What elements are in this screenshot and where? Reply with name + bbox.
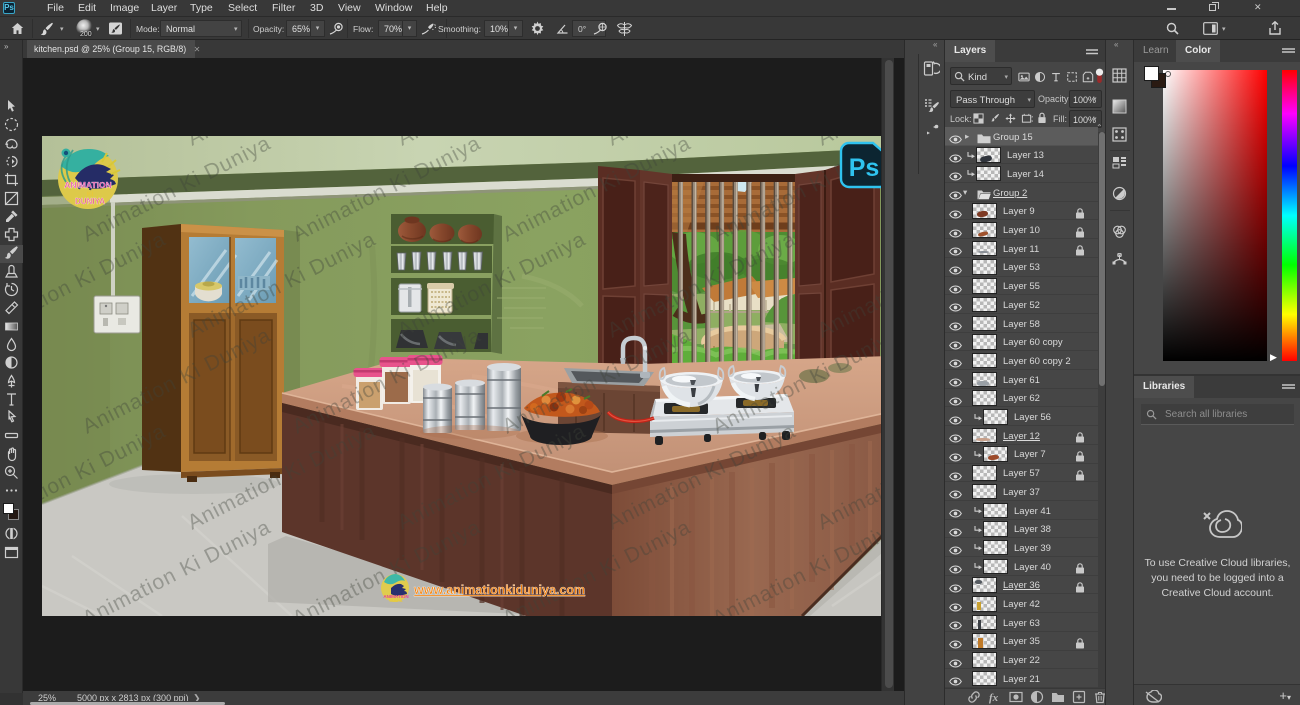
svg-text:DUNIYA: DUNIYA [75, 197, 105, 206]
svg-text:fx: fx [989, 692, 999, 704]
svg-text:Ps: Ps [849, 154, 880, 182]
svg-text:DUNIYA: DUNIYA [389, 599, 403, 603]
svg-text:ANIMATION: ANIMATION [64, 180, 112, 190]
svg-text:www.animationkiduniya.com: www.animationkiduniya.com [413, 583, 585, 597]
